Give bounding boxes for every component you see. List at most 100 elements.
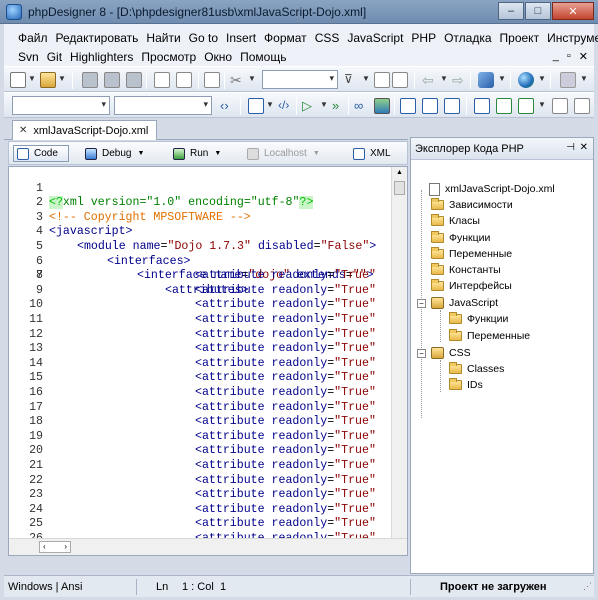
layers-icon[interactable] bbox=[478, 72, 494, 88]
minimize-button[interactable]: – bbox=[498, 2, 524, 20]
form-icon[interactable] bbox=[422, 98, 438, 114]
mdi-restore-button[interactable]: ▫ bbox=[567, 50, 571, 63]
print-icon[interactable] bbox=[176, 72, 192, 88]
save-as-icon[interactable] bbox=[104, 72, 120, 88]
mdi-close-button[interactable]: ✕ bbox=[579, 50, 588, 63]
document-icon[interactable] bbox=[392, 72, 408, 88]
scroll-arrows[interactable]: ‹ › bbox=[39, 541, 71, 553]
chevron-down-icon[interactable]: ▼ bbox=[580, 74, 588, 83]
menu-git[interactable]: Git bbox=[47, 50, 62, 64]
code-view-button[interactable]: Code bbox=[13, 145, 69, 162]
image-icon[interactable] bbox=[374, 98, 390, 114]
horizontal-scrollbar[interactable]: ‹ › bbox=[9, 538, 407, 555]
toolbar-combo[interactable] bbox=[262, 70, 338, 89]
export-icon[interactable] bbox=[496, 98, 512, 114]
chevron-down-icon[interactable]: ▼ bbox=[28, 74, 36, 83]
close-panel-icon[interactable]: ✕ bbox=[580, 142, 588, 153]
settings-icon[interactable] bbox=[574, 98, 590, 114]
cut-icon[interactable]: ✂ bbox=[230, 72, 246, 88]
tree-item[interactable]: Функции bbox=[431, 230, 490, 246]
tree-item[interactable]: Переменные bbox=[449, 328, 530, 344]
layout-icon[interactable] bbox=[474, 98, 490, 114]
close-document-icon[interactable] bbox=[204, 72, 220, 88]
table-icon[interactable] bbox=[400, 98, 416, 114]
window-icon[interactable] bbox=[560, 72, 576, 88]
vertical-scrollbar[interactable]: ▲ bbox=[391, 167, 407, 539]
scroll-up-icon[interactable]: ▲ bbox=[396, 169, 403, 176]
debug-button[interactable]: Debug ▼ bbox=[85, 145, 144, 162]
menu-tools[interactable]: Инструменты bbox=[547, 31, 598, 45]
chevron-down-icon[interactable]: ▼ bbox=[498, 74, 506, 83]
globe-icon[interactable] bbox=[518, 72, 534, 88]
menu-project[interactable]: Проект bbox=[500, 31, 540, 45]
menu-format[interactable]: Формат bbox=[264, 31, 307, 45]
filter-icon[interactable]: ⊽ bbox=[344, 72, 360, 88]
chevron-down-icon[interactable]: ▼ bbox=[266, 100, 274, 109]
tree-item[interactable]: IDs bbox=[449, 377, 483, 393]
close-tab-icon[interactable]: ✕ bbox=[19, 125, 27, 136]
tree-item[interactable]: Classes bbox=[449, 361, 504, 377]
grid-icon[interactable] bbox=[444, 98, 460, 114]
menu-goto[interactable]: Go to bbox=[189, 31, 218, 45]
menu-file[interactable]: Файл bbox=[18, 31, 48, 45]
menu-css[interactable]: CSS bbox=[315, 31, 340, 45]
tree-item-css[interactable]: CSS bbox=[431, 345, 471, 361]
menu-find[interactable]: Найти bbox=[146, 31, 180, 45]
chevron-down-icon[interactable]: ▼ bbox=[362, 74, 370, 83]
document-tab[interactable]: ✕ xmlJavaScript-Dojo.xml bbox=[12, 120, 158, 140]
localhost-button[interactable]: Localhost ▼ bbox=[247, 145, 320, 162]
document-icon[interactable] bbox=[374, 72, 390, 88]
save-icon[interactable] bbox=[82, 72, 98, 88]
tree-item[interactable]: Константы bbox=[431, 262, 501, 278]
chevron-down-icon[interactable]: ▼ bbox=[538, 74, 546, 83]
back-arrow-icon[interactable]: ⇦ bbox=[422, 72, 438, 88]
scroll-thumb[interactable] bbox=[394, 181, 405, 195]
link-icon[interactable]: ∞ bbox=[354, 98, 370, 114]
collapse-icon[interactable]: − bbox=[417, 299, 426, 308]
encoding-status[interactable]: Windows | Ansi bbox=[8, 581, 82, 593]
close-button[interactable]: ✕ bbox=[552, 2, 594, 20]
run-arrows-icon[interactable]: ▷ bbox=[302, 98, 318, 114]
chevron-down-icon[interactable]: ▼ bbox=[538, 100, 546, 109]
function-combo[interactable] bbox=[114, 96, 212, 115]
code-editor[interactable]: 1 <?xml version="1.0" encoding="utf-8"?>… bbox=[8, 166, 408, 556]
class-combo[interactable] bbox=[12, 96, 110, 115]
tree-root[interactable]: xmlJavaScript-Dojo.xml bbox=[429, 181, 555, 197]
preview-icon[interactable] bbox=[552, 98, 568, 114]
menu-debug[interactable]: Отладка bbox=[444, 31, 491, 45]
tree-item-javascript[interactable]: JavaScript bbox=[431, 295, 498, 311]
menu-php[interactable]: PHP bbox=[411, 31, 436, 45]
menu-edit[interactable]: Редактировать bbox=[56, 31, 139, 45]
collapse-icon[interactable]: − bbox=[417, 349, 426, 358]
resize-grip-icon[interactable]: ⋰ bbox=[583, 581, 592, 592]
mdi-minimize-button[interactable]: _ bbox=[553, 50, 559, 63]
document-run-icon[interactable] bbox=[518, 98, 534, 114]
xml-button[interactable]: XML bbox=[353, 145, 391, 162]
menu-svn[interactable]: Svn bbox=[18, 50, 39, 64]
menu-view[interactable]: Просмотр bbox=[141, 50, 196, 64]
debug-arrow-icon[interactable]: » bbox=[332, 98, 348, 114]
menu-window[interactable]: Окно bbox=[204, 50, 232, 64]
menu-help[interactable]: Помощь bbox=[240, 50, 286, 64]
new-file-icon[interactable] bbox=[10, 72, 26, 88]
forward-arrow-icon[interactable]: ⇨ bbox=[452, 72, 468, 88]
menu-javascript[interactable]: JavaScript bbox=[347, 31, 403, 45]
chevron-down-icon[interactable]: ▼ bbox=[440, 74, 448, 83]
tree-item[interactable]: Переменные bbox=[431, 246, 512, 262]
open-folder-icon[interactable] bbox=[40, 72, 56, 88]
tree-item[interactable]: Интерфейсы bbox=[431, 278, 512, 294]
run-button[interactable]: Run ▼ bbox=[173, 145, 221, 162]
save-all-icon[interactable] bbox=[126, 72, 142, 88]
indent-icon[interactable]: ‹› bbox=[220, 98, 236, 114]
pin-icon[interactable]: ⊣ bbox=[566, 142, 575, 153]
tree-item[interactable]: Зависимости bbox=[431, 197, 513, 213]
chevron-down-icon[interactable]: ▼ bbox=[320, 100, 328, 109]
maximize-button[interactable]: □ bbox=[525, 2, 551, 20]
tree-item[interactable]: Класы bbox=[431, 213, 480, 229]
chevron-down-icon[interactable]: ▼ bbox=[248, 74, 256, 83]
list-icon[interactable] bbox=[248, 98, 264, 114]
chevron-down-icon[interactable]: ▼ bbox=[58, 74, 66, 83]
tree-item[interactable]: Функции bbox=[449, 311, 508, 327]
menu-highlighters[interactable]: Highlighters bbox=[70, 50, 133, 64]
code-icon[interactable]: ‹/› bbox=[278, 98, 294, 114]
